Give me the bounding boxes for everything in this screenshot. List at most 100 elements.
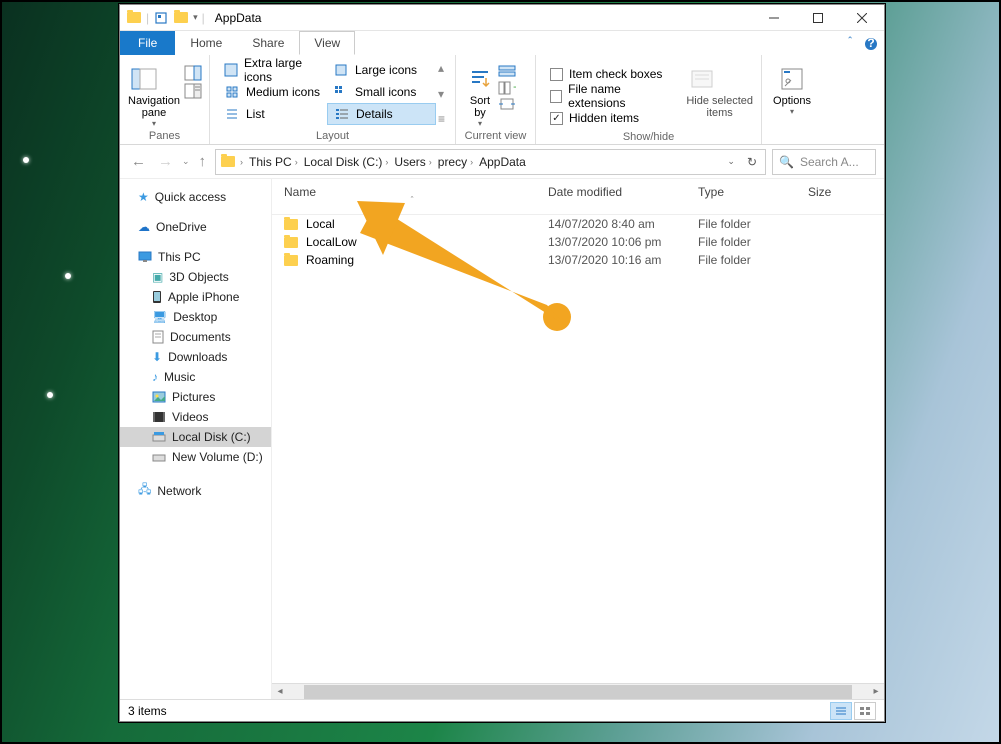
hide-selected-items-button[interactable]: Hide selected items xyxy=(686,63,753,119)
view-large-icons[interactable]: Large icons xyxy=(327,59,436,81)
folder-icon xyxy=(284,255,298,266)
details-pane-icon[interactable] xyxy=(184,83,202,99)
videos-icon xyxy=(152,411,166,423)
view-details[interactable]: Details xyxy=(327,103,436,125)
ribbon-group-show-hide: Item check boxes File name extensions Hi… xyxy=(536,55,762,144)
nav-quick-access[interactable]: ★Quick access xyxy=(120,187,271,207)
music-icon: ♪ xyxy=(152,370,158,384)
folder-icon xyxy=(126,10,142,26)
layout-scroll-up-icon[interactable]: ▴ xyxy=(438,61,445,75)
properties-icon[interactable] xyxy=(153,10,169,26)
pictures-icon xyxy=(152,391,166,403)
sort-by-button[interactable]: Sort by ▾ xyxy=(464,63,496,128)
network-icon: 🖧 xyxy=(138,480,151,501)
nav-documents[interactable]: Documents xyxy=(120,327,271,347)
status-item-count: 3 items xyxy=(128,704,167,718)
folder-icon xyxy=(220,154,236,170)
nav-new-volume-d[interactable]: New Volume (D:) xyxy=(120,447,271,467)
scroll-left-icon: ◂ xyxy=(272,686,288,697)
status-bar: 3 items xyxy=(120,699,884,721)
nav-onedrive[interactable]: ☁OneDrive xyxy=(120,217,271,237)
column-headers[interactable]: Name＾ Date modified Type Size xyxy=(272,179,884,215)
quick-access-toolbar: | ▾ | xyxy=(120,10,211,26)
tab-share[interactable]: Share xyxy=(237,31,299,55)
crumb-this-pc[interactable]: This PC› xyxy=(247,155,300,169)
drive-icon xyxy=(152,451,166,463)
help-icon[interactable]: ? xyxy=(864,37,878,51)
add-columns-icon[interactable]: + xyxy=(498,81,516,95)
table-row[interactable]: Roaming13/07/2020 10:16 amFile folder xyxy=(272,251,884,269)
group-by-icon[interactable] xyxy=(498,65,516,79)
view-medium-icons[interactable]: Medium icons xyxy=(218,81,327,103)
layout-more-icon[interactable]: ≡ xyxy=(438,112,445,126)
svg-text:+: + xyxy=(513,81,516,94)
horizontal-scrollbar[interactable]: ◂ ▸ xyxy=(272,683,884,699)
nav-this-pc[interactable]: This PC xyxy=(120,247,271,267)
close-button[interactable] xyxy=(840,5,884,31)
ribbon-group-layout: Extra large icons Medium icons List Larg… xyxy=(210,55,456,144)
view-extra-large-icons[interactable]: Extra large icons xyxy=(218,59,327,81)
folder-icon[interactable] xyxy=(173,10,189,26)
ribbon-group-options: Options ▾ xyxy=(762,55,822,144)
qat-sep: | xyxy=(202,11,205,25)
scroll-right-icon: ▸ xyxy=(868,686,884,697)
recent-dropdown-icon[interactable]: ⌄ xyxy=(182,156,190,167)
tab-view[interactable]: View xyxy=(299,31,355,55)
col-date: Date modified xyxy=(548,185,698,208)
view-small-icons[interactable]: Small icons xyxy=(327,81,436,103)
nav-downloads[interactable]: ⬇Downloads xyxy=(120,347,271,367)
drive-icon xyxy=(152,431,166,443)
phone-icon xyxy=(152,290,162,304)
back-button[interactable]: ← xyxy=(128,153,149,170)
download-icon: ⬇ xyxy=(152,350,162,364)
ribbon: Navigation pane ▾ Panes Extra large icon… xyxy=(120,55,884,145)
nav-music[interactable]: ♪Music xyxy=(120,367,271,387)
refresh-button[interactable]: ↻ xyxy=(743,155,761,169)
nav-apple-iphone[interactable]: Apple iPhone xyxy=(120,287,271,307)
nav-desktop[interactable]: 🖥Desktop xyxy=(120,307,271,327)
ribbon-group-current-view: Sort by ▾ + Current view xyxy=(456,55,536,144)
crumb-appdata[interactable]: AppData xyxy=(477,155,528,169)
preview-pane-icon[interactable] xyxy=(184,65,202,81)
maximize-button[interactable] xyxy=(796,5,840,31)
tab-file[interactable]: File xyxy=(120,31,175,55)
collapse-ribbon-icon[interactable]: ＾ xyxy=(844,35,856,52)
titlebar: | ▾ | AppData xyxy=(120,5,884,31)
cube-icon: ▣ xyxy=(152,270,163,284)
nav-pictures[interactable]: Pictures xyxy=(120,387,271,407)
documents-icon xyxy=(152,330,164,344)
forward-button[interactable]: → xyxy=(155,153,176,170)
size-columns-icon[interactable] xyxy=(498,97,516,111)
folder-icon xyxy=(284,237,298,248)
crumb-local-disk[interactable]: Local Disk (C:)› xyxy=(302,155,391,169)
nav-3d-objects[interactable]: ▣3D Objects xyxy=(120,267,271,287)
address-bar: ← → ⌄ ↑ › This PC› Local Disk (C:)› User… xyxy=(120,145,884,179)
nav-network[interactable]: 🖧Network xyxy=(120,477,271,504)
table-row[interactable]: Local14/07/2020 8:40 amFile folder xyxy=(272,215,884,233)
up-button[interactable]: ↑ xyxy=(196,153,210,170)
nav-videos[interactable]: Videos xyxy=(120,407,271,427)
details-view-button[interactable] xyxy=(830,702,852,720)
desktop-icon: 🖥 xyxy=(152,310,167,324)
view-list[interactable]: List xyxy=(218,103,327,125)
minimize-button[interactable] xyxy=(752,5,796,31)
address-dropdown-icon[interactable]: ⌄ xyxy=(721,156,741,167)
layout-scroll-down-icon[interactable]: ▾ xyxy=(438,87,445,101)
hidden-items-toggle[interactable]: Hidden items xyxy=(544,107,678,129)
table-row[interactable]: LocalLow13/07/2020 10:06 pmFile folder xyxy=(272,233,884,251)
navigation-pane-button[interactable]: Navigation pane ▾ xyxy=(128,63,180,128)
file-name-extensions-toggle[interactable]: File name extensions xyxy=(544,85,678,107)
breadcrumb[interactable]: › This PC› Local Disk (C:)› Users› precy… xyxy=(215,149,766,175)
nav-local-disk-c[interactable]: Local Disk (C:) xyxy=(120,427,271,447)
file-list: Name＾ Date modified Type Size Local14/07… xyxy=(272,179,884,699)
crumb-users[interactable]: Users› xyxy=(392,155,433,169)
crumb-precy[interactable]: precy› xyxy=(436,155,475,169)
col-size: Size xyxy=(808,185,868,208)
file-explorer-window: | ▾ | AppData File Home Share View ＾ ? xyxy=(119,4,885,722)
large-icons-view-button[interactable] xyxy=(854,702,876,720)
qat-dropdown[interactable]: ▾ xyxy=(193,12,198,23)
search-input[interactable]: 🔍 Search A... xyxy=(772,149,876,175)
options-button[interactable]: Options ▾ xyxy=(770,59,814,142)
tab-home[interactable]: Home xyxy=(175,31,237,55)
ribbon-tabs: File Home Share View ＾ ? xyxy=(120,31,884,55)
